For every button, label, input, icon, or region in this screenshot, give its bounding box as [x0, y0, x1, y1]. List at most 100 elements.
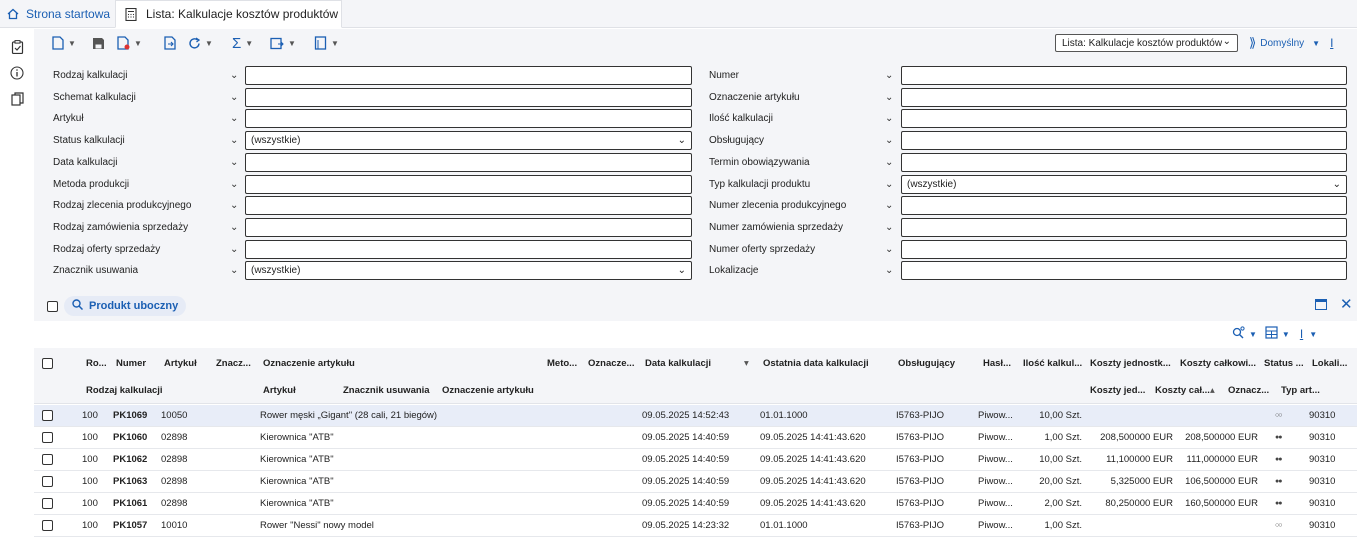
filter-input-right-6[interactable]	[901, 196, 1347, 215]
column-header-1[interactable]: Numer	[116, 358, 160, 369]
export-button[interactable]: ▼	[270, 34, 296, 52]
filter-input-right-8[interactable]	[901, 240, 1347, 259]
chevron-down-icon[interactable]: ⌄	[230, 153, 238, 172]
filter-input-right-3[interactable]	[901, 131, 1347, 150]
filter-input-left-6[interactable]	[245, 196, 692, 215]
chevron-down-icon[interactable]: ▼	[1249, 330, 1257, 339]
column-header-12[interactable]: Koszty jednostk...	[1090, 358, 1176, 369]
chevron-down-icon[interactable]: ⌄	[885, 261, 893, 280]
column-header-8[interactable]: Ostatnia data kalkulacji	[763, 358, 893, 369]
chevron-down-icon[interactable]: ⌄	[230, 175, 238, 194]
sort-asc-icon[interactable]: ▴	[1210, 385, 1215, 396]
clipboard-check-icon[interactable]	[9, 39, 25, 55]
filter-input-right-0[interactable]	[901, 66, 1347, 85]
row-checkbox[interactable]	[42, 410, 53, 421]
chevron-down-icon[interactable]: ⌄	[230, 88, 238, 107]
search-chip[interactable]: Produkt uboczny	[64, 296, 187, 316]
table-row[interactable]: 100 PK1069 10050 Rower męski „Gigant" (28 c…	[34, 405, 1357, 427]
search-settings-icon[interactable]	[1232, 326, 1245, 342]
header-checkbox[interactable]	[42, 358, 53, 369]
save-button[interactable]	[92, 34, 105, 52]
column-header-14[interactable]: Status ...	[1264, 358, 1308, 369]
columns-icon[interactable]	[1265, 326, 1278, 342]
chevron-down-icon[interactable]: ▼	[1282, 330, 1290, 339]
row-checkbox[interactable]	[42, 454, 53, 465]
table-row[interactable]: 100 PK1063 02898 Kierownica "ATB" 09.05.2025…	[34, 471, 1357, 493]
row-checkbox[interactable]	[42, 432, 53, 443]
column-header-2[interactable]: Artykuł	[164, 358, 212, 369]
chevron-down-icon[interactable]: ⌄	[885, 175, 893, 194]
column-header-7[interactable]: Data kalkulacji	[645, 358, 755, 369]
filter-input-left-0[interactable]	[245, 66, 692, 85]
subcolumn-header-3[interactable]: Oznaczenie artykułu	[442, 385, 542, 396]
filter-input-right-7[interactable]	[901, 218, 1347, 237]
open-document-button[interactable]	[164, 34, 177, 52]
chevron-down-icon[interactable]: ▼	[1312, 39, 1320, 48]
column-header-15[interactable]: Lokali...	[1312, 358, 1354, 369]
row-checkbox[interactable]	[42, 476, 53, 487]
default-view-button[interactable]: ⟫ Domyślny ▼ I	[1249, 34, 1333, 52]
column-header-10[interactable]: Hasł...	[983, 358, 1019, 369]
filter-input-left-2[interactable]	[245, 109, 692, 128]
chevron-down-icon[interactable]: ▼	[205, 39, 213, 48]
filter-input-left-3[interactable]: (wszystkie) ⌄	[245, 131, 692, 150]
subcolumn-header-4[interactable]: Koszty jed...	[1090, 385, 1150, 396]
select-all-checkbox[interactable]	[47, 301, 58, 312]
chevron-down-icon[interactable]: ⌄	[885, 131, 893, 150]
filter-input-left-8[interactable]	[245, 240, 692, 259]
column-header-5[interactable]: Meto...	[547, 358, 585, 369]
chevron-down-icon[interactable]: ⌄	[230, 131, 238, 150]
print-button[interactable]: ▼	[314, 34, 339, 52]
tab-home[interactable]: Strona startowa	[6, 0, 110, 28]
chevron-down-icon[interactable]: ⌄	[230, 196, 238, 215]
chevron-down-icon[interactable]: ⌄	[230, 218, 238, 237]
table-row[interactable]: 100 PK1061 02898 Kierownica "ATB" 09.05.2025…	[34, 493, 1357, 515]
filter-input-right-1[interactable]	[901, 88, 1347, 107]
filter-input-right-2[interactable]	[901, 109, 1347, 128]
refresh-button[interactable]: ▼	[188, 34, 213, 52]
collapse-icon[interactable]: I	[1300, 327, 1303, 341]
sort-desc-icon[interactable]: ▾	[744, 358, 749, 369]
chevron-down-icon[interactable]: ▼	[245, 39, 253, 48]
column-header-0[interactable]: Ro...	[86, 358, 114, 369]
chevron-down-icon[interactable]: ▼	[134, 39, 142, 48]
view-select[interactable]: Lista: Kalkulacje kosztów produktów ⌄	[1055, 34, 1238, 52]
info-icon[interactable]	[9, 65, 25, 81]
copy-icon[interactable]	[9, 91, 25, 107]
chevron-down-icon[interactable]: ⌄	[885, 88, 893, 107]
table-row[interactable]: 100 PK1057 10010 Rower "Nessi" nowy model 09…	[34, 515, 1357, 537]
row-checkbox[interactable]	[42, 520, 53, 531]
chevron-down-icon[interactable]: ▼	[68, 39, 76, 48]
maximize-icon[interactable]	[1315, 299, 1327, 310]
filter-input-left-7[interactable]	[245, 218, 692, 237]
chevron-down-icon[interactable]: ⌄	[230, 66, 238, 85]
subcolumn-header-6[interactable]: Oznacz...	[1228, 385, 1272, 396]
column-header-4[interactable]: Oznaczenie artykułu	[263, 358, 533, 369]
chevron-down-icon[interactable]: ▼	[288, 39, 296, 48]
column-header-9[interactable]: Obsługujący	[898, 358, 978, 369]
row-checkbox[interactable]	[42, 498, 53, 509]
chevron-down-icon[interactable]: ▼	[331, 39, 339, 48]
chevron-down-icon[interactable]: ⌄	[885, 66, 893, 85]
subcolumn-header-2[interactable]: Znacznik usuwania	[343, 385, 433, 396]
filter-input-right-9[interactable]	[901, 261, 1347, 280]
sum-button[interactable]: Σ ▼	[232, 34, 253, 52]
chevron-down-icon[interactable]: ⌄	[885, 109, 893, 128]
table-row[interactable]: 100 PK1060 02898 Kierownica "ATB" 09.05.2025…	[34, 427, 1357, 449]
chevron-down-icon[interactable]: ▼	[1309, 330, 1317, 339]
collapse-icon[interactable]: I	[1330, 36, 1333, 50]
column-header-3[interactable]: Znacz...	[216, 358, 260, 369]
close-icon[interactable]: ✕	[1340, 295, 1353, 313]
chevron-down-icon[interactable]: ⌄	[885, 196, 893, 215]
new-document-button[interactable]: ▼	[52, 34, 76, 52]
chevron-down-icon[interactable]: ⌄	[230, 261, 238, 280]
chevron-down-icon[interactable]: ⌄	[885, 218, 893, 237]
filter-input-left-1[interactable]	[245, 88, 692, 107]
column-header-11[interactable]: Ilość kalkul...	[1023, 358, 1087, 369]
chevron-down-icon[interactable]: ⌄	[885, 153, 893, 172]
subcolumn-header-0[interactable]: Rodzaj kalkulacji	[86, 385, 176, 396]
subcolumn-header-7[interactable]: Typ art...	[1281, 385, 1321, 396]
filter-input-right-5[interactable]: (wszystkie) ⌄	[901, 175, 1347, 194]
column-header-13[interactable]: Koszty całkowi...	[1180, 358, 1260, 369]
filter-input-right-4[interactable]	[901, 153, 1347, 172]
